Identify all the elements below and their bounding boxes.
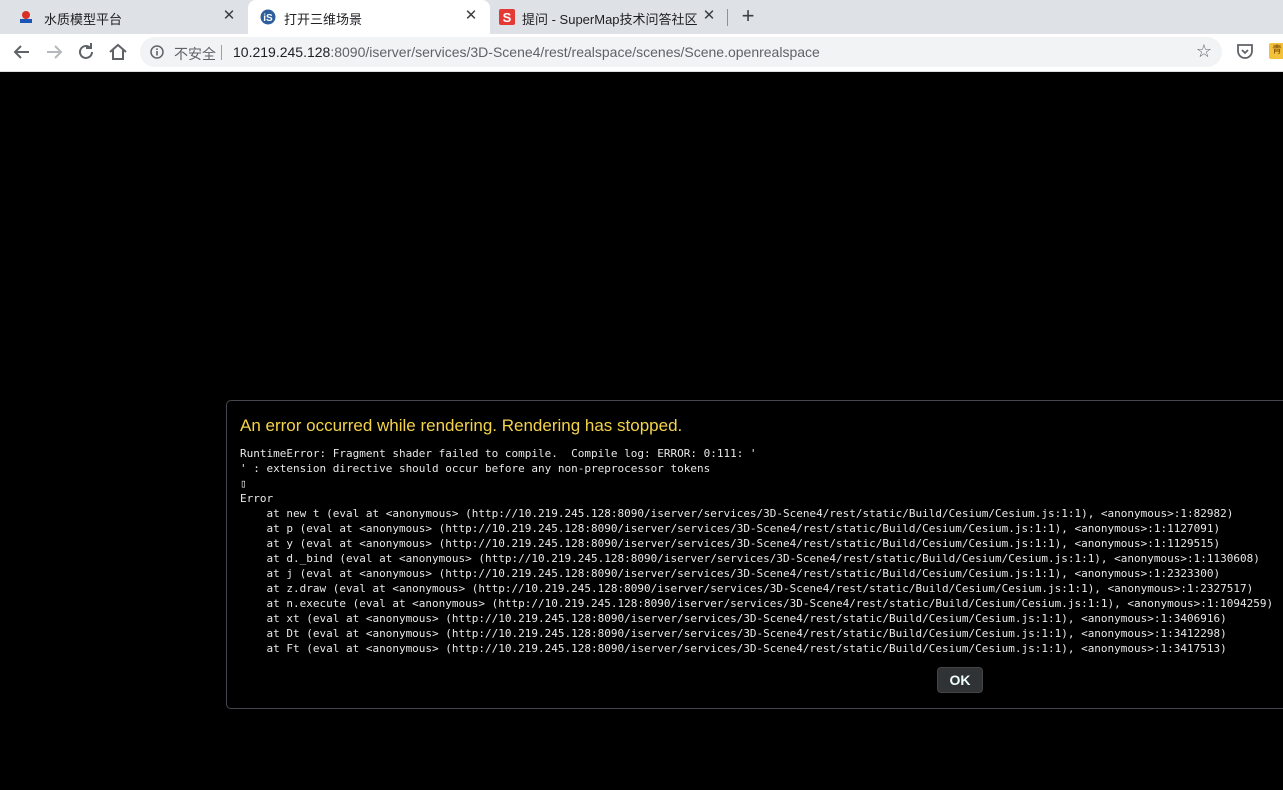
- url-text[interactable]: 10.219.245.128:8090/iserver/services/3D-…: [233, 44, 820, 60]
- stack-frame: at n.execute (eval at <anonymous> (http:…: [266, 597, 1274, 610]
- stack-frame: at j (eval at <anonymous> (http://10.219…: [266, 567, 1221, 580]
- svg-text:iS: iS: [263, 13, 273, 24]
- iserver-icon: iS: [260, 9, 276, 25]
- close-icon[interactable]: ✕: [700, 7, 718, 25]
- error-line: RuntimeError: Fragment shader failed to …: [240, 447, 757, 460]
- forward-arrow-icon[interactable]: [42, 40, 66, 64]
- tab-supermap-qa[interactable]: S 提问 - SuperMap技术问答社区 ✕: [490, 0, 728, 34]
- error-heading: An error occurred while rendering. Rende…: [240, 416, 683, 435]
- ok-button[interactable]: OK: [937, 667, 983, 693]
- back-arrow-icon[interactable]: [10, 40, 34, 64]
- tab-title: 水质模型平台: [44, 12, 123, 27]
- stack-frame: at Ft (eval at <anonymous> (http://10.21…: [240, 642, 1227, 655]
- stack-frame: at z.draw (eval at <anonymous> (http://1…: [266, 582, 1254, 595]
- error-message: RuntimeError: Fragment shader failed to …: [240, 446, 1273, 656]
- new-tab-button[interactable]: +: [737, 5, 759, 29]
- reload-icon[interactable]: [74, 40, 98, 64]
- svg-text:S: S: [503, 10, 512, 25]
- stack-frame: at Dt (eval at <anonymous> (http://10.21…: [266, 627, 1227, 640]
- tab-water-platform[interactable]: 水质模型平台 ✕: [0, 0, 248, 34]
- url-host: 10.219.245.128: [233, 44, 331, 60]
- tab-strip: 水质模型平台 ✕ iS 打开三维场景 ✕ S 提问 - SuperMap技术问答…: [0, 0, 1283, 34]
- tab-title: 打开三维场景: [284, 12, 363, 27]
- tab-title: 提问 - SuperMap技术问答社区: [522, 12, 698, 27]
- supermap-s-icon: S: [499, 9, 515, 25]
- browser-toolbar: 不安全 10.219.245.128:8090/iserver/services…: [0, 34, 1283, 72]
- stack-frame: at p (eval at <anonymous> (http://10.219…: [266, 522, 1221, 535]
- address-divider: [221, 45, 222, 60]
- error-line: ' : extension directive should occur bef…: [240, 462, 711, 475]
- close-icon[interactable]: ✕: [462, 7, 480, 25]
- home-icon[interactable]: [106, 40, 130, 64]
- url-path: :8090/iserver/services/3D-Scene4/rest/re…: [330, 44, 820, 60]
- info-icon[interactable]: [150, 45, 164, 59]
- tab-open-3d-scene[interactable]: iS 打开三维场景 ✕: [248, 0, 490, 34]
- error-dialog: An error occurred while rendering. Rende…: [226, 400, 1283, 709]
- stack-frame: at new t (eval at <anonymous> (http://10…: [266, 507, 1234, 520]
- error-line: Error: [240, 492, 274, 505]
- security-label[interactable]: 不安全: [174, 44, 216, 64]
- address-bar[interactable]: 不安全 10.219.245.128:8090/iserver/services…: [140, 37, 1222, 67]
- close-icon[interactable]: ✕: [220, 7, 238, 25]
- extension-icon[interactable]: 青: [1269, 43, 1283, 59]
- bookmark-star-icon[interactable]: ☆: [1196, 42, 1212, 60]
- tab-separator: [727, 9, 728, 26]
- water-platform-icon: [18, 9, 34, 25]
- stack-frame: at xt (eval at <anonymous> (http://10.21…: [266, 612, 1227, 625]
- error-line: ▯: [240, 477, 247, 490]
- stack-frame: at y (eval at <anonymous> (http://10.219…: [266, 537, 1221, 550]
- stack-frame: at d._bind (eval at <anonymous> (http://…: [266, 552, 1260, 565]
- pocket-icon[interactable]: [1236, 42, 1254, 60]
